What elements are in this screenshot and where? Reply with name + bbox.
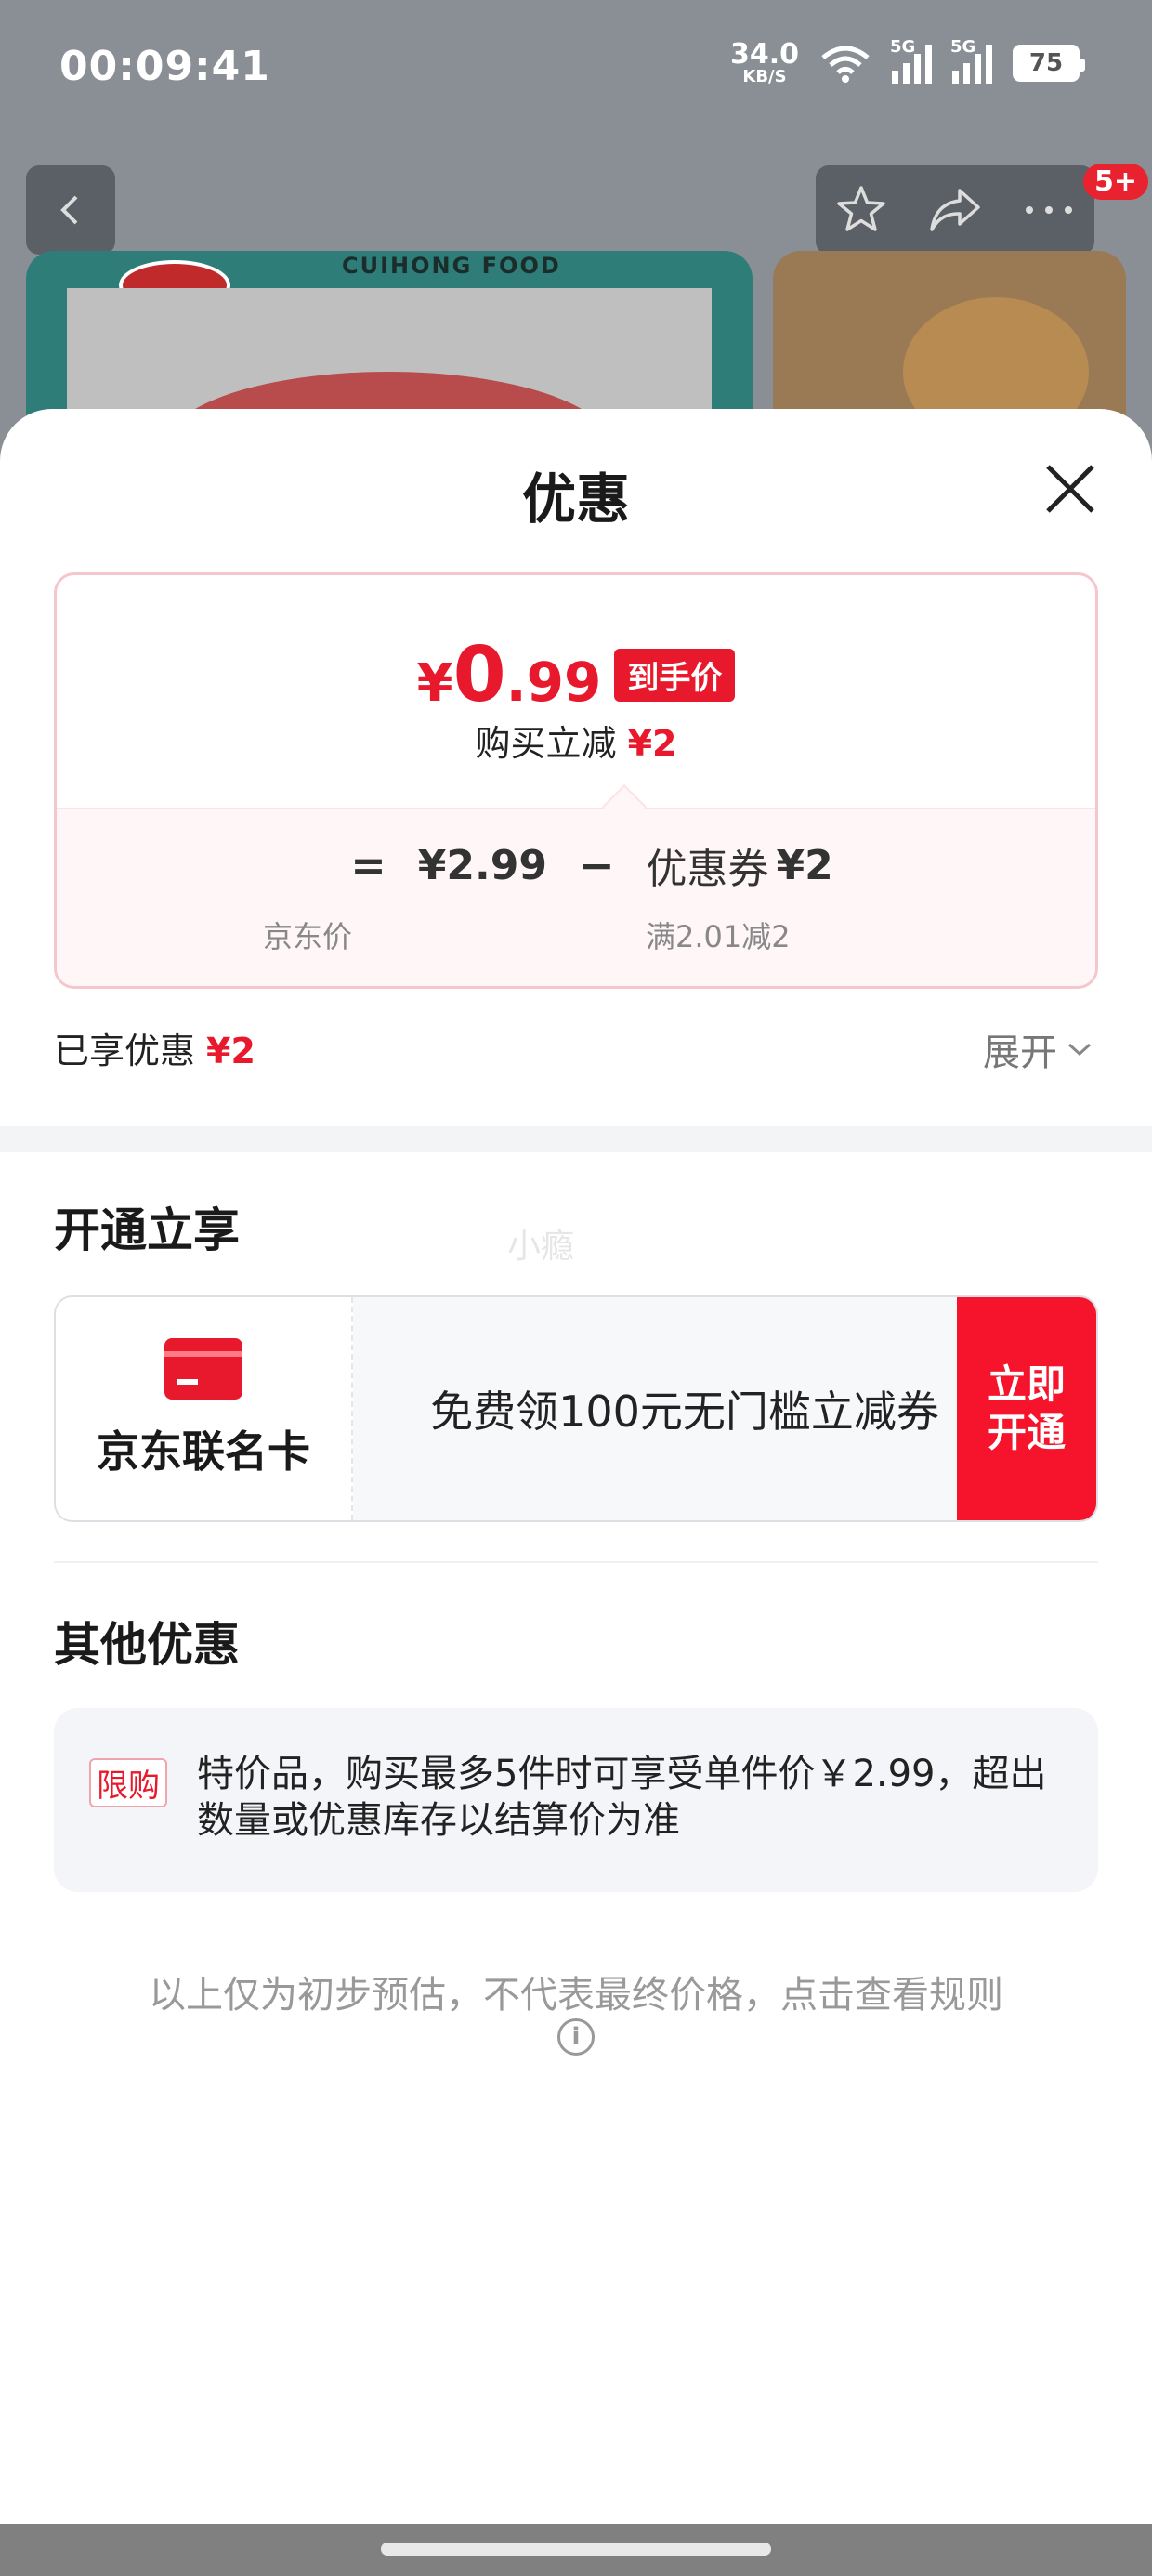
price-breakdown-card: ¥ 0 .99 到手价 购买立减 ¥2 = ¥2.99 − 优惠券 ¥2 京东价 … bbox=[54, 572, 1098, 989]
section-divider bbox=[0, 1126, 1152, 1152]
status-bar: 00:09:41 34.0 KB/S 5G 5G 75 bbox=[0, 0, 1152, 130]
instant-reduce-value: ¥2 bbox=[627, 723, 677, 764]
chevron-left-icon bbox=[60, 195, 78, 225]
info-icon[interactable]: i bbox=[557, 2018, 595, 2056]
expand-button[interactable]: 展开 bbox=[983, 1022, 1093, 1076]
net-speed-value: 34.0 bbox=[729, 38, 799, 71]
other-discount-item: 限购 特价品，购买最多5件时可享受单件价￥2.99，超出数量或优惠库存以结算价为… bbox=[54, 1708, 1098, 1892]
enjoyed-value: ¥2 bbox=[206, 1031, 255, 1071]
status-icons: 34.0 KB/S 5G 5G 75 bbox=[730, 37, 1085, 85]
top-action-group bbox=[816, 165, 1094, 255]
battery-icon: 75 bbox=[1013, 45, 1085, 82]
coupon-label: 优惠券 bbox=[646, 846, 769, 893]
open-card-button-line2: 开通 bbox=[987, 1410, 1066, 1455]
wifi-icon bbox=[821, 46, 870, 83]
chevron-down-icon bbox=[1067, 1043, 1092, 1057]
rules-note[interactable]: 以上仅为初步预估，不代表最终价格，点击查看规则 bbox=[0, 1965, 1152, 2018]
net-speed: 34.0 KB/S bbox=[730, 41, 799, 85]
credit-card-icon bbox=[164, 1338, 242, 1400]
signal-sim2-icon: 5G bbox=[950, 37, 992, 84]
price-formula: = ¥2.99 − 优惠券 ¥2 bbox=[57, 835, 1095, 895]
enjoyed-discount: 已享优惠 ¥2 bbox=[54, 1022, 255, 1073]
background-page: 00:09:41 34.0 KB/S 5G 5G 75 5+ CUIHONG F… bbox=[0, 0, 1152, 520]
formula-equals: = bbox=[350, 840, 386, 890]
card-info: 京东联名卡 bbox=[56, 1297, 353, 1520]
more-icon[interactable] bbox=[1022, 201, 1076, 219]
home-indicator[interactable] bbox=[381, 2543, 771, 2556]
close-icon bbox=[1046, 465, 1094, 513]
sim2-label: 5G bbox=[950, 37, 976, 57]
other-section-title: 其他优惠 bbox=[54, 1618, 240, 1672]
brand-text: CUIHONG FOOD bbox=[342, 253, 561, 279]
other-discount-text: 特价品，购买最多5件时可享受单件价￥2.99，超出数量或优惠库存以结算价为准 bbox=[197, 1753, 1047, 1842]
card-name: 京东联名卡 bbox=[97, 1426, 310, 1477]
jd-price: ¥2.99 bbox=[417, 841, 547, 889]
notification-badge: 5+ bbox=[1083, 164, 1149, 200]
watermark: 小瘾 bbox=[507, 1228, 575, 1266]
final-price: ¥ 0 .99 bbox=[417, 631, 602, 719]
back-button[interactable] bbox=[26, 165, 115, 255]
final-price-tag: 到手价 bbox=[614, 649, 736, 702]
final-price-row: ¥ 0 .99 到手价 bbox=[57, 631, 1095, 719]
formula-minus: − bbox=[578, 840, 615, 890]
share-icon[interactable] bbox=[926, 183, 984, 237]
jd-price-label: 京东价 bbox=[263, 919, 353, 954]
enjoyed-label: 已享优惠 bbox=[54, 1031, 196, 1071]
gesture-bar-area bbox=[0, 2524, 1152, 2576]
open-card-button[interactable]: 立即 开通 bbox=[957, 1297, 1096, 1520]
sheet-title: 优惠 bbox=[521, 467, 630, 531]
final-price-decimal: .99 bbox=[505, 651, 602, 714]
signal-sim1-icon: 5G bbox=[890, 37, 932, 84]
sim1-label: 5G bbox=[890, 37, 916, 57]
coupon-condition: 满2.01减2 bbox=[646, 919, 791, 954]
status-time: 00:09:41 bbox=[59, 43, 270, 90]
instant-reduce-row: 购买立减 ¥2 bbox=[57, 715, 1095, 766]
card-offer-text: 免费领100元无门槛立减券 bbox=[430, 1387, 939, 1437]
star-icon[interactable] bbox=[834, 183, 888, 237]
divider-line bbox=[54, 1561, 1098, 1563]
net-speed-unit: KB/S bbox=[742, 67, 787, 86]
co-brand-card-offer[interactable]: 京东联名卡 免费领100元无门槛立减券 立即 开通 bbox=[54, 1295, 1098, 1522]
open-section-title: 开通立享 bbox=[54, 1203, 240, 1257]
close-button[interactable] bbox=[1039, 457, 1102, 520]
open-card-button-line1: 立即 bbox=[987, 1360, 1066, 1407]
expand-label: 展开 bbox=[983, 1032, 1057, 1074]
instant-reduce-label: 购买立减 bbox=[475, 723, 617, 764]
coupon-value: ¥2 bbox=[776, 841, 833, 889]
final-price-integer: 0 bbox=[452, 631, 506, 719]
final-price-currency: ¥ bbox=[416, 653, 453, 714]
battery-level: 75 bbox=[1028, 49, 1064, 77]
limit-tag: 限购 bbox=[89, 1758, 167, 1807]
